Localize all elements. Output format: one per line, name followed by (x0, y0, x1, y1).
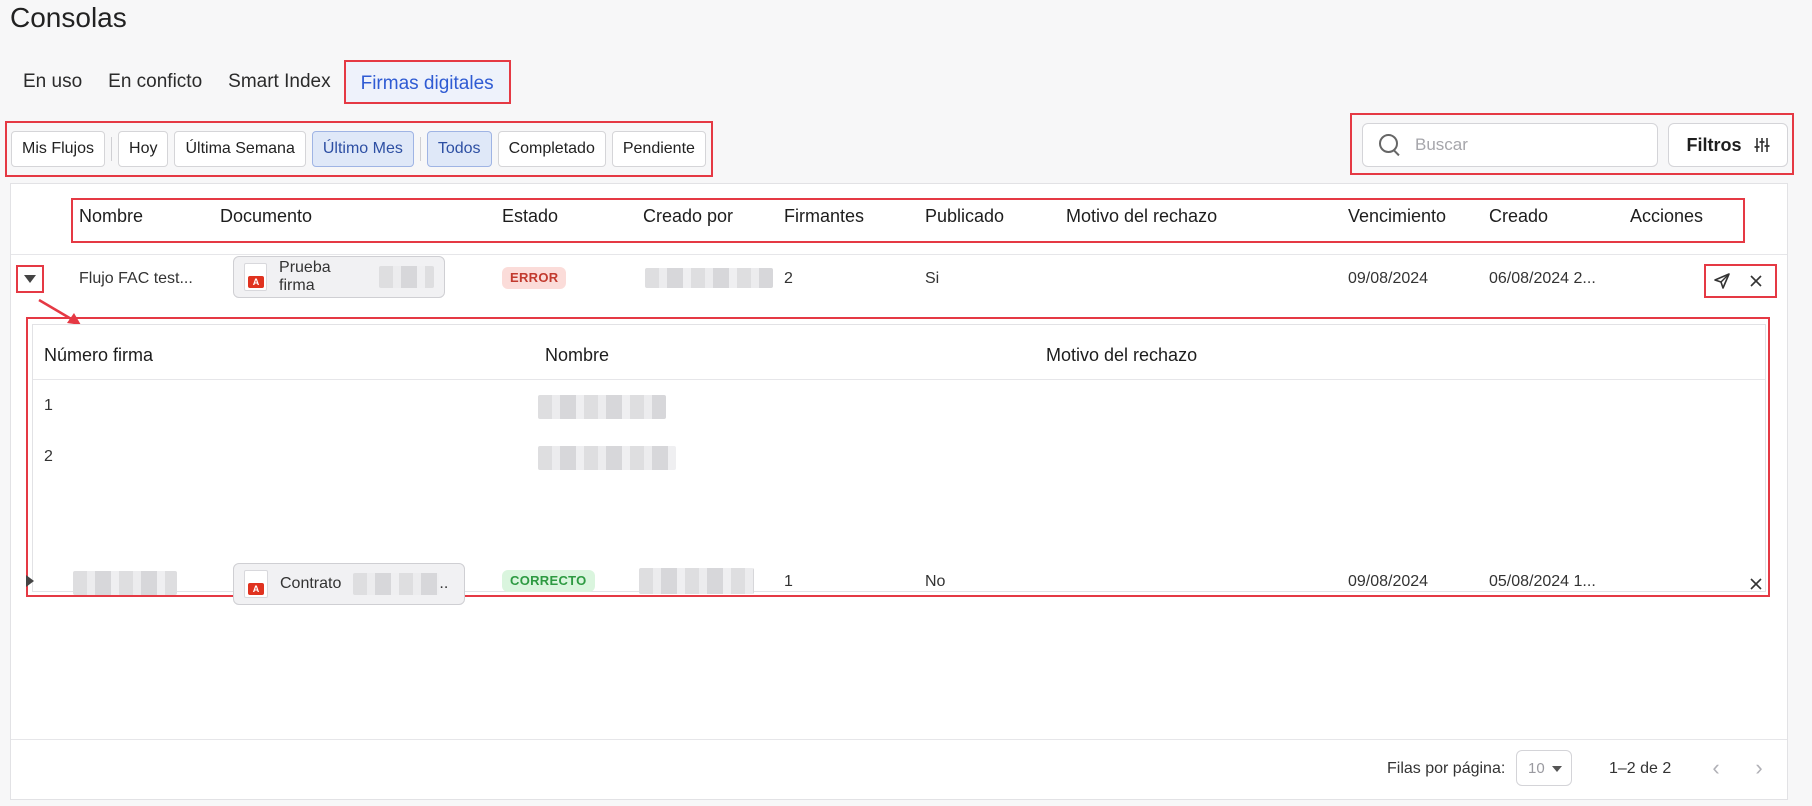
page-title: Consolas (10, 2, 127, 33)
close-icon (1750, 578, 1762, 590)
row-firmantes: 1 (784, 573, 793, 590)
rows-per-page-value: 10 (1528, 759, 1545, 777)
pdf-icon (244, 263, 268, 291)
signers-header-divider (33, 379, 1765, 380)
col-documento: Documento (220, 206, 313, 226)
flows-table: Nombre Documento Estado Creado por Firma… (10, 183, 1788, 800)
header-divider (11, 254, 1787, 255)
document-chip[interactable]: Prueba firma (233, 256, 445, 298)
filter-completado[interactable]: Completado (497, 131, 606, 167)
redacted-text (378, 266, 435, 288)
col-signer-motivo: Motivo del rechazo (1046, 345, 1198, 365)
redacted-text (353, 573, 440, 595)
row-creado: 05/08/2024 1... (1489, 573, 1596, 590)
search-filter-group: Filtros (1350, 113, 1794, 175)
signer-numero: 2 (44, 448, 53, 465)
pdf-icon (244, 570, 268, 598)
row-vencimiento: 09/08/2024 (1348, 270, 1429, 287)
redacted-signer-name (538, 395, 666, 419)
tab-en-uso[interactable]: En uso (10, 60, 95, 104)
divider (111, 137, 113, 161)
rows-per-page-label: Filas por página: (1387, 760, 1506, 777)
row-firmantes: 2 (784, 270, 793, 287)
tab-smart-index[interactable]: Smart Index (215, 60, 343, 104)
send-icon (1714, 273, 1730, 289)
col-acciones: Acciones (1630, 206, 1704, 226)
chevron-down-icon (1552, 766, 1562, 772)
filter-ultima-semana[interactable]: Última Semana (174, 131, 306, 167)
signers-panel-highlight: Número firma Nombre Motivo del rechazo 1… (26, 317, 1770, 597)
expand-row-button[interactable] (16, 567, 44, 595)
search-input[interactable] (1415, 135, 1645, 155)
signers-table: Número firma Nombre Motivo del rechazo 1… (32, 324, 1766, 592)
col-creado-por: Creado por (643, 206, 734, 226)
tab-en-conficto[interactable]: En conficto (95, 60, 215, 104)
tab-bar: En uso En conficto Smart Index Firmas di… (10, 58, 511, 106)
redacted-signer-name (538, 446, 676, 470)
row-vencimiento: 09/08/2024 (1348, 573, 1429, 590)
row-creado: 06/08/2024 2... (1489, 270, 1596, 287)
col-firmantes: Firmantes (784, 206, 865, 226)
chevron-right-icon (26, 575, 34, 587)
filter-pendiente[interactable]: Pendiente (611, 131, 706, 167)
send-button[interactable] (1708, 267, 1736, 295)
search-icon (1377, 132, 1403, 158)
sliders-icon (1754, 138, 1769, 152)
signer-numero: 1 (44, 397, 53, 414)
document-name-ellipsis: .. (439, 575, 449, 592)
divider (419, 137, 421, 161)
col-estado: Estado (502, 206, 559, 226)
filters-button-label: Filtros (1686, 134, 1742, 155)
consolas-page: Consolas En uso En conficto Smart Index … (0, 0, 1812, 806)
close-button[interactable] (1742, 570, 1770, 598)
col-numero-firma: Número firma (44, 345, 154, 365)
status-badge: ERROR (502, 267, 567, 289)
col-signer-nombre: Nombre (545, 345, 610, 365)
footer-divider (11, 739, 1787, 740)
row-nombre: Flujo FAC test... (79, 270, 193, 287)
rows-per-page-select[interactable]: 10 (1516, 750, 1572, 786)
close-button[interactable] (1742, 267, 1770, 295)
document-name: Prueba firma (279, 259, 331, 294)
pagination-range: 1–2 de 2 (1609, 760, 1672, 777)
row-publicado: No (925, 573, 946, 590)
col-creado: Creado (1489, 206, 1549, 226)
col-vencimiento: Vencimiento (1348, 206, 1447, 226)
filter-mis-flujos[interactable]: Mis Flujos (11, 131, 106, 167)
filter-ultimo-mes[interactable]: Último Mes (311, 131, 414, 167)
close-icon (1750, 275, 1762, 287)
filter-hoy[interactable]: Hoy (118, 131, 169, 167)
quick-filters: Mis Flujos Hoy Última Semana Último Mes … (5, 121, 713, 177)
redacted-creator (639, 568, 754, 594)
collapse-row-button[interactable] (16, 265, 44, 293)
col-publicado: Publicado (925, 206, 1005, 226)
filters-button[interactable]: Filtros (1668, 123, 1788, 167)
col-nombre: Nombre (79, 206, 144, 226)
redacted-row-name (73, 571, 177, 595)
redacted-creator (645, 268, 773, 288)
tab-firmas-digitales[interactable]: Firmas digitales (343, 60, 511, 104)
filter-todos[interactable]: Todos (426, 131, 492, 167)
chevron-down-icon (24, 275, 36, 283)
col-motivo-rechazo: Motivo del rechazo (1066, 206, 1218, 226)
next-page-icon[interactable]: › (1747, 757, 1771, 781)
prev-page-icon[interactable]: ‹ (1704, 757, 1728, 781)
document-chip[interactable]: Contrato .. (233, 563, 465, 605)
document-name: Contrato (280, 575, 342, 592)
row-publicado: Si (925, 270, 940, 287)
status-badge: CORRECTO (502, 570, 595, 592)
search-box[interactable] (1362, 123, 1658, 167)
